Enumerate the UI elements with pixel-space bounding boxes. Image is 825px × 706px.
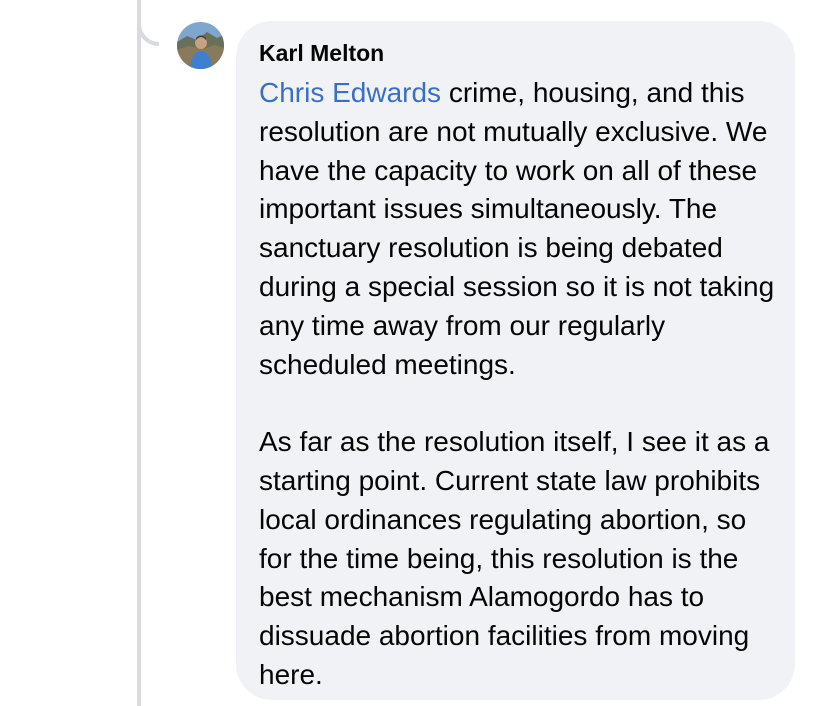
mention-link[interactable]: Chris Edwards xyxy=(259,77,441,108)
thread-connector-line xyxy=(137,0,141,706)
comment-paragraph-text: crime, housing, and this resolution are … xyxy=(259,77,775,380)
comment-body: Chris Edwards crime, housing, and this r… xyxy=(259,74,777,695)
comment-author-name[interactable]: Karl Melton xyxy=(259,38,777,68)
profile-photo-avatar-icon xyxy=(177,22,224,69)
comment-paragraph: Chris Edwards crime, housing, and this r… xyxy=(259,74,777,384)
comment-paragraph: As far as the resolution itself, I see i… xyxy=(259,426,770,690)
comment-bubble: Karl Melton Chris Edwards crime, housing… xyxy=(236,21,795,700)
avatar[interactable] xyxy=(177,22,224,69)
